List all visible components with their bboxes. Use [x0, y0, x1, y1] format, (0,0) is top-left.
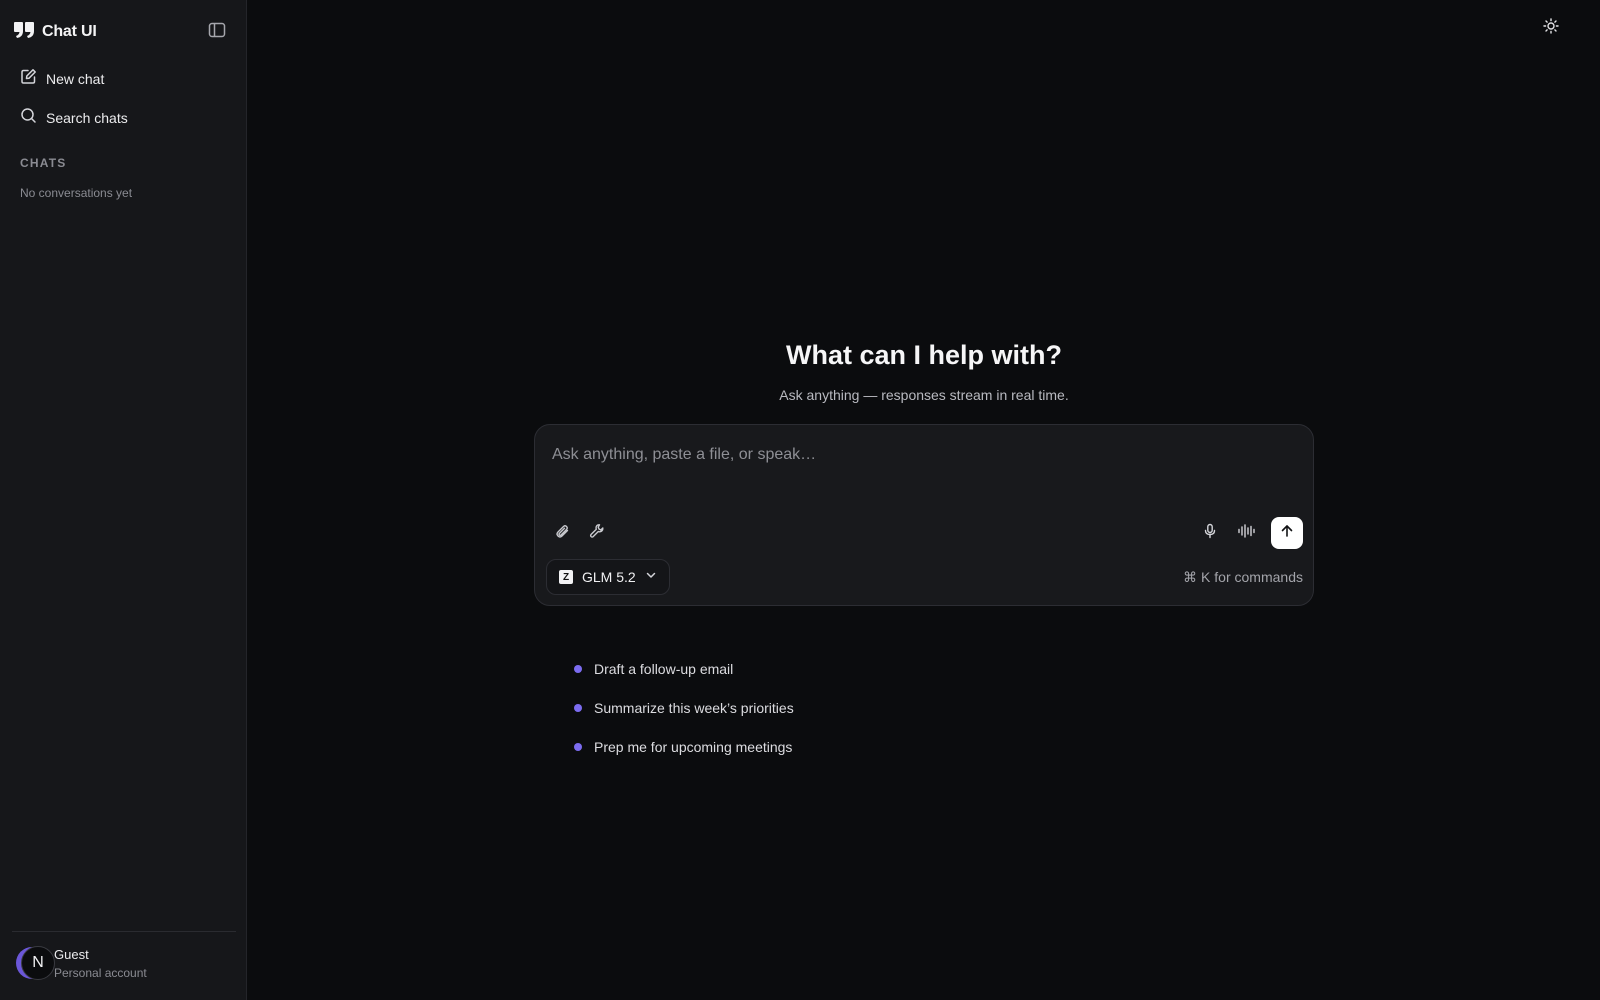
chevron-down-icon: [645, 568, 657, 586]
wrench-icon: [589, 523, 605, 544]
suggestion-bullet: [574, 665, 582, 673]
sun-icon: [1543, 17, 1559, 39]
avatar-initial: N: [21, 946, 55, 980]
suggestion-item[interactable]: Draft a follow-up email: [574, 658, 733, 680]
arrow-up-icon: [1280, 524, 1294, 543]
send-button[interactable]: [1271, 517, 1303, 549]
new-chat-button[interactable]: New chat: [10, 62, 236, 96]
model-name: GLM 5.2: [582, 569, 636, 585]
model-selector[interactable]: Z GLM 5.2: [546, 559, 670, 595]
suggestion-item[interactable]: Summarize this week’s priorities: [574, 697, 794, 719]
search-chats-label: Search chats: [46, 110, 128, 126]
microphone-icon: [1202, 523, 1218, 544]
suggestion-text: Draft a follow-up email: [594, 661, 734, 677]
microphone-button[interactable]: [1198, 521, 1222, 545]
suggestion-item[interactable]: Prep me for upcoming meetings: [574, 736, 792, 758]
commands-hint: ⌘ K for commands: [1183, 569, 1303, 585]
theme-toggle-button[interactable]: [1539, 16, 1563, 40]
brand[interactable]: Chat UI: [13, 20, 97, 44]
user-subtitle: Personal account: [54, 965, 147, 980]
page-subtitle: Ask anything — responses stream in real …: [779, 387, 1069, 403]
suggestion-bullet: [574, 704, 582, 712]
sidebar: Chat UI New chat Search chats CHATS No c…: [0, 0, 247, 1000]
suggestion-text: Prep me for upcoming meetings: [594, 739, 793, 755]
search-icon: [20, 107, 37, 129]
empty-conversations-note: No conversations yet: [20, 186, 133, 200]
logo-icon: [13, 21, 35, 44]
new-chat-label: New chat: [46, 71, 105, 87]
user-info: Guest Personal account: [54, 947, 147, 980]
chats-section-title: CHATS: [20, 156, 67, 170]
composer: Z GLM 5.2 ⌘ K for commands: [534, 424, 1314, 606]
brand-title: Chat UI: [42, 23, 97, 40]
model-logo-icon: Z: [559, 570, 573, 584]
suggestion-text: Summarize this week’s priorities: [594, 700, 794, 716]
divider: [12, 931, 236, 932]
collapse-sidebar-button[interactable]: [205, 22, 229, 42]
pencil-square-icon: [20, 68, 37, 90]
user-account-button[interactable]: N Guest Personal account: [14, 940, 147, 986]
paperclip-icon: [554, 523, 570, 544]
sidebar-toggle-icon: [208, 22, 226, 43]
search-chats-button[interactable]: Search chats: [10, 101, 236, 135]
voice-mode-button[interactable]: [1234, 521, 1258, 545]
page-title: What can I help with?: [786, 340, 1062, 370]
attach-button[interactable]: [550, 521, 574, 545]
audio-waveform-icon: [1237, 523, 1255, 544]
user-name: Guest: [54, 946, 89, 962]
tools-button[interactable]: [585, 521, 609, 545]
suggestion-bullet: [574, 743, 582, 751]
avatar: N: [14, 943, 55, 983]
prompt-input[interactable]: [552, 441, 1292, 469]
